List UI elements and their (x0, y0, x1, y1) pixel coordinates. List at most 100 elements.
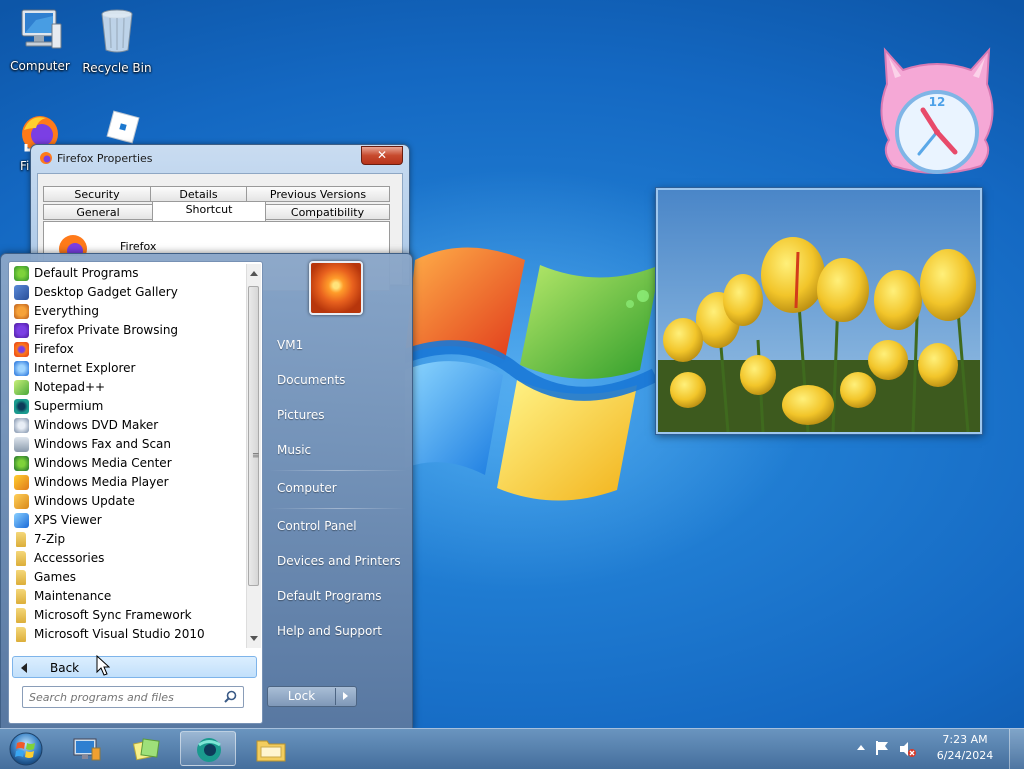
back-button[interactable]: Back (12, 656, 257, 678)
program-item[interactable]: Windows Media Center (11, 454, 245, 473)
program-item[interactable]: Everything (11, 302, 245, 321)
show-desktop-button[interactable] (1009, 729, 1024, 769)
program-item[interactable]: Notepad++ (11, 378, 245, 397)
program-item[interactable]: Windows Fax and Scan (11, 435, 245, 454)
folder-icon (256, 740, 286, 762)
dvd-maker-icon (14, 418, 29, 433)
desktop: Computer Recycle Bin Fi 12 Firefox Prope… (0, 0, 1024, 728)
program-item[interactable]: Microsoft Visual Studio 2010 (11, 625, 245, 644)
link-pictures[interactable]: Pictures (277, 408, 325, 422)
media-player-icon (14, 475, 29, 490)
link-user-folder[interactable]: VM1 (277, 338, 303, 352)
program-label: Desktop Gadget Gallery (34, 285, 178, 299)
program-label: Everything (34, 304, 99, 318)
program-item[interactable]: Internet Explorer (11, 359, 245, 378)
user-picture[interactable] (309, 261, 363, 315)
program-item[interactable]: Maintenance (11, 587, 245, 606)
program-label: Internet Explorer (34, 361, 136, 375)
program-item[interactable]: XPS Viewer (11, 511, 245, 530)
scrollbar-thumb[interactable]: ≡ (248, 286, 260, 586)
folder-icon (16, 532, 26, 547)
program-item[interactable]: Firefox Private Browsing (11, 321, 245, 340)
start-orb-icon[interactable] (6, 730, 46, 768)
all-programs-list[interactable]: Default Programs Desktop Gadget Gallery Ev… (11, 264, 245, 648)
link-help-and-support[interactable]: Help and Support (277, 624, 382, 638)
taskbar-clock-date[interactable]: 6/24/2024 (930, 749, 1000, 762)
program-item[interactable]: Windows DVD Maker (11, 416, 245, 435)
taskbar-explorer[interactable] (244, 731, 300, 766)
program-label: Accessories (34, 551, 105, 565)
program-label: XPS Viewer (34, 513, 102, 527)
folder-icon (16, 608, 26, 623)
search-icon[interactable] (224, 690, 237, 703)
scroll-down-arrow-icon[interactable] (250, 636, 258, 642)
shutdown-options-arrow-icon[interactable] (343, 692, 348, 700)
taskbar-remote-desktop[interactable] (60, 731, 116, 766)
start-menu[interactable]: Default Programs Desktop Gadget Gallery Ev… (0, 253, 413, 728)
svg-text:12: 12 (929, 95, 946, 109)
roblox-icon (106, 110, 140, 144)
tab-shortcut[interactable]: Shortcut (152, 201, 266, 222)
link-documents[interactable]: Documents (277, 373, 345, 387)
mouse-cursor-icon (96, 655, 110, 676)
gadget-gallery-icon (14, 285, 29, 300)
tab-details[interactable]: Details (150, 186, 247, 202)
link-default-programs[interactable]: Default Programs (277, 589, 382, 603)
show-hidden-icons-chevron-icon[interactable] (856, 743, 866, 751)
link-computer[interactable]: Computer (277, 481, 337, 495)
program-label: 7-Zip (34, 532, 66, 546)
search-input[interactable] (29, 689, 219, 705)
program-item[interactable]: Windows Update (11, 492, 245, 511)
tab-compatibility[interactable]: Compatibility (265, 204, 390, 220)
program-item[interactable]: Supermium (11, 397, 245, 416)
program-item[interactable]: Default Programs (11, 264, 245, 283)
firefox-icon (14, 342, 29, 357)
desktop-icon-computer[interactable]: Computer (2, 8, 78, 73)
separator (335, 688, 336, 705)
link-control-panel[interactable]: Control Panel (277, 519, 357, 533)
program-label: Maintenance (34, 589, 112, 603)
scroll-up-arrow-icon[interactable] (250, 270, 258, 276)
program-item[interactable]: Firefox (11, 340, 245, 359)
program-label: Default Programs (34, 266, 139, 280)
default-programs-icon (14, 266, 29, 281)
folder-icon (16, 551, 26, 566)
shortcut-name: Firefox (120, 240, 157, 253)
lock-button[interactable]: Lock (267, 686, 357, 707)
program-item[interactable]: Microsoft Sync Framework (11, 606, 245, 625)
tab-security[interactable]: Security (43, 186, 151, 202)
slideshow-gadget[interactable] (656, 188, 982, 434)
windows-update-icon (14, 494, 29, 509)
program-item[interactable]: Windows Media Player (11, 473, 245, 492)
programs-scrollbar[interactable]: ≡ (246, 264, 261, 648)
computer-icon (21, 9, 62, 49)
program-item[interactable]: Accessories (11, 549, 245, 568)
tulips-photo (658, 190, 980, 432)
taskbar-sticky-notes[interactable] (120, 731, 176, 766)
program-item[interactable]: Games (11, 568, 245, 587)
close-button[interactable]: ✕ (361, 146, 403, 165)
start-menu-left-pane: Default Programs Desktop Gadget Gallery Ev… (8, 261, 263, 724)
dialog-title: Firefox Properties (57, 152, 153, 165)
program-item[interactable]: 7-Zip (11, 530, 245, 549)
tab-general[interactable]: General (43, 204, 153, 220)
recycle-bin-icon (101, 9, 133, 53)
action-center-flag-icon[interactable] (874, 739, 890, 757)
taskbar-clock-time[interactable]: 7:23 AM (930, 733, 1000, 746)
program-label: Windows Media Player (34, 475, 169, 489)
clock-gadget[interactable]: 12 (875, 44, 999, 176)
search-box[interactable] (22, 686, 244, 708)
desktop-icon-recycle-bin[interactable]: Recycle Bin (79, 8, 155, 75)
program-item[interactable]: Desktop Gadget Gallery (11, 283, 245, 302)
firefox-private-icon (14, 323, 29, 338)
program-label: Games (34, 570, 76, 584)
link-music[interactable]: Music (277, 443, 311, 457)
tab-previous-versions[interactable]: Previous Versions (246, 186, 390, 202)
xps-viewer-icon (14, 513, 29, 528)
taskbar-supermium[interactable] (180, 731, 236, 766)
link-devices-and-printers[interactable]: Devices and Printers (277, 554, 401, 568)
desktop-icon-roblox[interactable] (82, 110, 158, 147)
program-label: Notepad++ (34, 380, 106, 394)
volume-muted-icon[interactable] (898, 740, 916, 758)
program-label: Windows Media Center (34, 456, 172, 470)
